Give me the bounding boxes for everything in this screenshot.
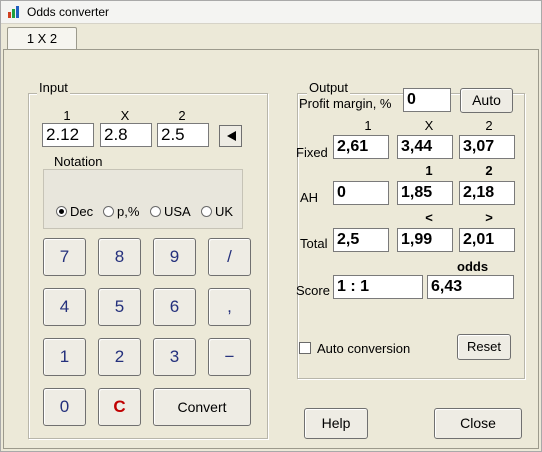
total-over-odds: 2,01 [459,228,515,252]
key-9[interactable]: 9 [153,238,196,276]
radio-selected-icon [56,206,67,217]
notation-label: Notation [54,154,103,169]
key-5[interactable]: 5 [98,288,141,326]
key-0[interactable]: 0 [43,388,86,426]
ah-odds-1: 1,85 [397,181,453,205]
key-minus[interactable]: − [208,338,251,376]
score-label: Score [296,283,330,298]
key-8[interactable]: 8 [98,238,141,276]
key-clear[interactable]: C [98,388,141,426]
input-odds-2[interactable]: 2.5 [157,123,209,147]
key-6[interactable]: 6 [153,288,196,326]
total-label: Total [300,236,328,251]
ah-header-1: 1 [425,163,433,178]
total-line: 2,5 [333,228,389,252]
input-header-2: 2 [178,108,186,123]
key-1[interactable]: 1 [43,338,86,376]
total-header-over: > [485,210,493,225]
input-header-x: X [120,108,130,123]
fixed-header-x: X [424,118,434,133]
score-odds-header: odds [457,259,489,274]
profit-margin-input[interactable]: 0 [403,88,451,112]
reset-button[interactable]: Reset [457,334,511,360]
ah-header-2: 2 [485,163,493,178]
notation-uk-label: UK [215,204,234,219]
input-odds-1[interactable]: 2.12 [42,123,94,147]
radio-icon [103,206,114,217]
input-group-label: Input [37,80,70,95]
score-value: 1 : 1 [333,275,423,299]
convert-button[interactable]: Convert [153,388,251,426]
odds-converter-window: Odds converter 1 X 2 Input 1 X 2 2.12 2.… [0,0,542,452]
notation-uk-radio[interactable]: UK [201,204,233,219]
input-odds-x[interactable]: 2.8 [100,123,152,147]
auto-conversion-checkbox[interactable] [299,342,311,354]
ah-handicap: 0 [333,181,389,205]
tab-1x2[interactable]: 1 X 2 [7,27,77,50]
profit-margin-label: Profit margin, % [299,96,392,111]
key-2[interactable]: 2 [98,338,141,376]
radio-icon [201,206,212,217]
notation-dec-label: Dec [70,204,94,219]
total-header-under: < [425,210,433,225]
help-button[interactable]: Help [304,408,368,439]
notation-usa-label: USA [164,204,191,219]
notation-dec-radio[interactable]: Dec [56,204,93,219]
key-3[interactable]: 3 [153,338,196,376]
ah-odds-2: 2,18 [459,181,515,205]
close-button[interactable]: Close [434,408,522,439]
key-7[interactable]: 7 [43,238,86,276]
output-group-label: Output [307,80,351,95]
fixed-odds-1: 2,61 [333,135,389,159]
triangle-left-icon [227,131,236,141]
auto-conversion-label: Auto conversion [317,341,411,356]
notation-usa-radio[interactable]: USA [150,204,191,219]
key-divide[interactable]: / [208,238,251,276]
fixed-odds-2: 3,07 [459,135,515,159]
radio-icon [150,206,161,217]
window-title: Odds converter [27,5,110,19]
notation-percent-label: p,% [117,204,140,219]
key-4[interactable]: 4 [43,288,86,326]
key-comma[interactable]: , [208,288,251,326]
notation-percent-radio[interactable]: p,% [103,204,139,219]
notation-group [43,169,243,229]
score-odds: 6,43 [427,275,514,299]
title-bar: Odds converter [1,1,541,24]
chart-icon [8,6,19,18]
auto-button[interactable]: Auto [460,88,513,113]
total-under-odds: 1,99 [397,228,453,252]
fixed-header-1: 1 [364,118,372,133]
fixed-label: Fixed [296,145,328,160]
ah-label: AH [300,190,319,205]
fixed-header-2: 2 [485,118,493,133]
input-header-1: 1 [63,108,71,123]
fixed-odds-x: 3,44 [397,135,453,159]
copy-left-button[interactable] [219,125,242,147]
